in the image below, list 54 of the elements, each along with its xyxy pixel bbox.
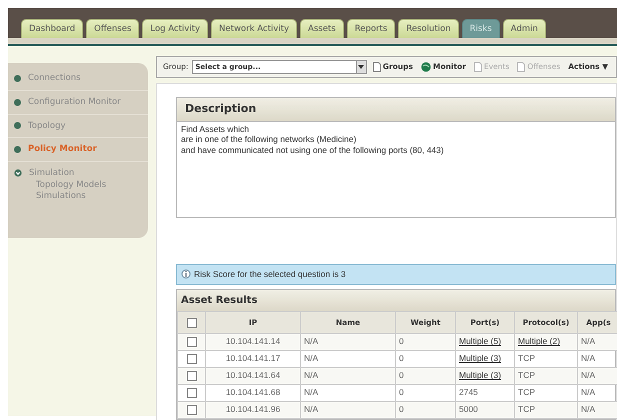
table-cell: 0 <box>399 404 404 414</box>
table-cell: N/A <box>581 404 596 414</box>
table-cell: N/A <box>581 370 596 380</box>
nav-tab[interactable]: Admin <box>502 18 546 38</box>
checkbox[interactable] <box>186 388 196 398</box>
table-cell: TCP <box>518 387 535 398</box>
table-cell: N/A <box>304 387 318 398</box>
bullet-icon <box>14 146 21 154</box>
nav-tab[interactable]: Reports <box>346 18 396 38</box>
table-cell: TCP <box>518 370 535 380</box>
nav-tab[interactable]: Resolution <box>398 18 459 38</box>
table-cell: N/A <box>304 336 318 346</box>
nav-tab[interactable]: Assets <box>300 18 344 38</box>
table-cell: 10.104.141.64 <box>226 370 280 380</box>
checkbox[interactable] <box>186 337 196 348</box>
table-cell: 0 <box>399 336 404 346</box>
table-cell: 0 <box>399 353 404 364</box>
table-cell: 2745 <box>459 387 478 398</box>
bullet-icon <box>14 122 21 130</box>
expand-icon[interactable] <box>14 169 22 178</box>
checkbox[interactable] <box>186 318 196 328</box>
table-cell: 5000 <box>459 404 478 414</box>
nav-tab[interactable]: Log Activity <box>142 18 208 38</box>
checkbox[interactable] <box>186 354 196 364</box>
table-cell: N/A <box>581 353 596 364</box>
risk-message: Risk Score for the selected question is 3 <box>194 268 346 281</box>
table-cell: N/A <box>581 387 596 398</box>
nav-tab[interactable]: Network Activity <box>211 18 298 38</box>
nav-tab[interactable]: Offenses <box>86 18 140 38</box>
bullet-icon <box>14 98 21 106</box>
table-cell: N/A <box>581 336 596 346</box>
globe-icon <box>420 62 431 72</box>
page-icon <box>517 62 526 72</box>
description-text: Find Assets which are in one of the following networks (Medicine) and have communicated not using one of the following ports (80, 443) <box>180 122 445 157</box>
nav-tab[interactable]: Dashboard <box>21 18 84 38</box>
page-icon <box>372 62 381 72</box>
table-cell: TCP <box>518 404 535 414</box>
bullet-icon <box>14 74 21 82</box>
page-icon <box>474 62 482 72</box>
table-cell: 10.104.141.14 <box>226 336 280 346</box>
table-cell: 10.104.141.68 <box>226 387 280 398</box>
table-cell: N/A <box>304 404 318 414</box>
checkbox[interactable] <box>186 405 196 416</box>
checkbox[interactable] <box>186 371 196 382</box>
panel-title: Asset Results <box>177 290 615 311</box>
table-cell: 0 <box>399 387 404 398</box>
info-icon <box>181 269 191 280</box>
table-cell: 10.104.141.17 <box>226 353 280 364</box>
table-cell: 10.104.141.96 <box>226 404 280 414</box>
panel-title: Description <box>177 98 615 122</box>
table-cell: N/A <box>304 353 318 364</box>
table-cell: 0 <box>399 370 404 380</box>
table-cell: N/A <box>304 370 318 380</box>
table-cell: TCP <box>518 353 535 364</box>
